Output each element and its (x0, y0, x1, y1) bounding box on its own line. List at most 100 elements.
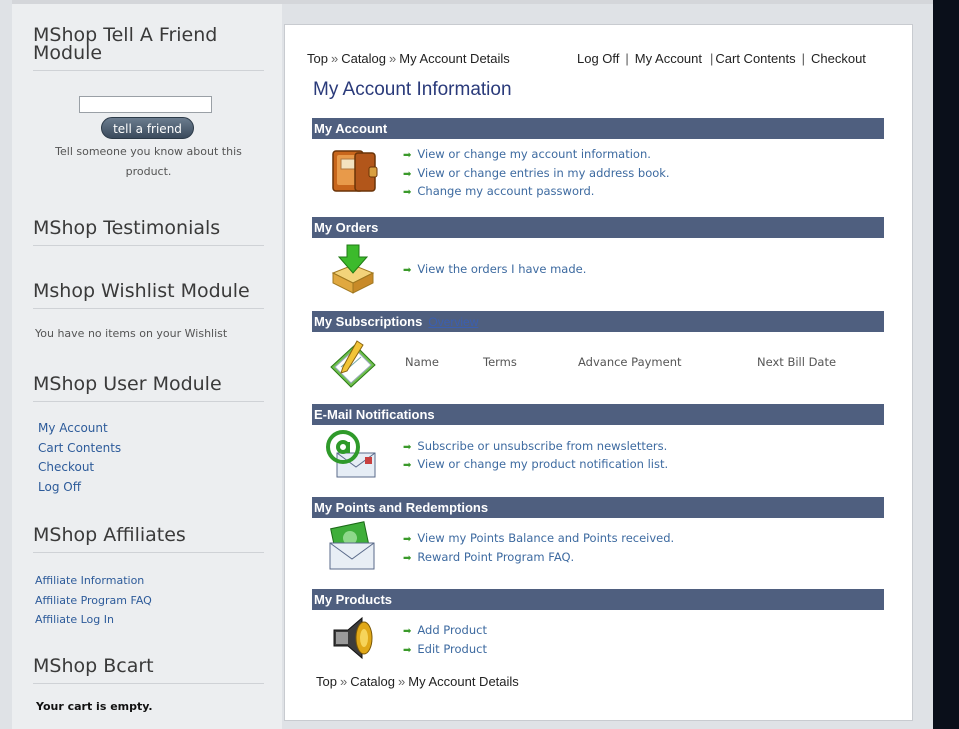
subscriptions-overview-link[interactable]: Overview (422, 315, 478, 329)
nav-my-account[interactable]: My Account (635, 51, 702, 66)
speaker-icon (330, 614, 382, 666)
subscription-column-next-bill-date: Next Bill Date (757, 355, 837, 369)
green-arrow-icon: ➡ (403, 534, 412, 545)
affiliates-box: MShop Affiliates (33, 526, 264, 553)
page-title: My Account Information (313, 79, 512, 100)
at-envelope-icon (325, 429, 377, 481)
section-points-header: My Points and Redemptions (312, 497, 884, 518)
breadcrumb-separator: » (330, 51, 339, 66)
affiliate-information-link[interactable]: Affiliate Information (35, 571, 152, 591)
subscription-column-advance-payment: Advance Payment (578, 355, 682, 369)
breadcrumb-catalog-link[interactable]: Catalog (350, 674, 395, 689)
cart-empty-text: Your cart is empty. (36, 700, 153, 713)
breadcrumb-current-link[interactable]: My Account Details (408, 674, 519, 689)
affiliate-faq-link[interactable]: Affiliate Program FAQ (35, 591, 152, 611)
tell-friend-input[interactable] (79, 96, 212, 113)
user-module-links: My Account Cart Contents Checkout Log Of… (38, 419, 121, 497)
subscription-column-terms: Terms (483, 355, 517, 369)
nav-separator: | (710, 51, 714, 66)
section-title: My Points and Redemptions (314, 500, 489, 515)
section-title: My Subscriptions (314, 314, 423, 329)
nav-checkout[interactable]: Checkout (811, 51, 866, 66)
change-password-link[interactable]: Change my account password. (417, 184, 594, 198)
nav-cart-contents[interactable]: Cart Contents (715, 51, 795, 66)
green-arrow-icon: ➡ (403, 442, 412, 453)
email-link-row: ➡ Subscribe or unsubscribe from newslette… (403, 439, 667, 453)
section-my-products-header: My Products (312, 589, 884, 610)
affiliates-title: MShop Affiliates (33, 526, 264, 553)
section-my-account-header: My Account (312, 118, 884, 139)
wishlist-empty-text: You have no items on your Wishlist (35, 327, 228, 340)
green-arrow-icon: ➡ (403, 626, 412, 637)
wishlist-title: Mshop Wishlist Module (33, 282, 264, 309)
edit-product-link[interactable]: Edit Product (417, 642, 487, 656)
points-balance-link[interactable]: View my Points Balance and Points receiv… (417, 531, 674, 545)
user-module-title: MShop User Module (33, 375, 264, 402)
bcart-title: MShop Bcart (33, 657, 264, 684)
breadcrumb-top-link[interactable]: Top (316, 674, 337, 689)
page-edge (933, 0, 959, 729)
user-module-box: MShop User Module (33, 375, 264, 402)
points-link-row: ➡ View my Points Balance and Points recei… (403, 531, 674, 545)
sidebar-link-cart-contents[interactable]: Cart Contents (38, 439, 121, 459)
account-link-row: ➡ Change my account password. (403, 184, 594, 198)
tell-friend-description: Tell someone you know about this product… (33, 142, 264, 182)
wishlist-box: Mshop Wishlist Module (33, 282, 264, 309)
section-title: E-Mail Notifications (314, 407, 435, 422)
affiliate-links: Affiliate Information Affiliate Program … (35, 571, 152, 630)
tell-friend-button[interactable]: tell a friend (101, 117, 194, 139)
breadcrumb-top: Top» Catalog» My Account Details (307, 51, 510, 66)
section-title: My Account (314, 121, 388, 136)
section-my-subscriptions-header: My Subscriptions Overview (312, 311, 884, 332)
sidebar-link-checkout[interactable]: Checkout (38, 458, 121, 478)
product-notifications-link[interactable]: View or change my product notification l… (417, 457, 668, 471)
testimonials-box: MShop Testimonials (33, 219, 264, 246)
add-product-link[interactable]: Add Product (417, 623, 487, 637)
wallet-icon (327, 145, 379, 197)
breadcrumb-bottom: Top» Catalog» My Account Details (316, 674, 519, 689)
section-my-orders-header: My Orders (312, 217, 884, 238)
breadcrumb-catalog-link[interactable]: Catalog (341, 51, 386, 66)
top-navigation: Log Off | My Account | Cart Contents | Checkou… (577, 51, 866, 66)
section-title: My Orders (314, 220, 379, 235)
breadcrumb-separator: » (389, 51, 397, 66)
email-link-row: ➡ View or change my product notification … (403, 457, 668, 471)
nav-separator: | (801, 51, 805, 66)
tell-friend-title: MShop Tell A Friend Module (33, 26, 264, 71)
green-arrow-icon: ➡ (403, 169, 412, 180)
products-link-row: ➡ Add Product (403, 623, 487, 637)
tell-friend-box: MShop Tell A Friend Module (33, 26, 264, 71)
green-arrow-icon: ➡ (403, 150, 412, 161)
money-envelope-icon (327, 521, 379, 573)
tell-friend-description-line: product. (125, 165, 172, 178)
bcart-box: MShop Bcart (33, 657, 264, 684)
green-arrow-icon: ➡ (403, 187, 412, 198)
breadcrumb-separator: » (339, 674, 348, 689)
breadcrumb-separator: » (398, 674, 406, 689)
breadcrumb-top-link[interactable]: Top (307, 51, 328, 66)
section-title: My Products (314, 592, 393, 607)
nav-log-off[interactable]: Log Off (577, 51, 619, 66)
download-box-icon (327, 243, 379, 295)
green-arrow-icon: ➡ (403, 553, 412, 564)
testimonials-title: MShop Testimonials (33, 219, 264, 246)
reward-faq-link[interactable]: Reward Point Program FAQ. (417, 550, 574, 564)
view-orders-link[interactable]: View the orders I have made. (417, 262, 586, 276)
green-arrow-icon: ➡ (403, 265, 412, 276)
account-link-row: ➡ View or change my account information. (403, 147, 651, 161)
account-info-link[interactable]: View or change my account information. (417, 147, 651, 161)
tell-friend-description-line: Tell someone you know about this (55, 145, 242, 158)
green-arrow-icon: ➡ (403, 645, 412, 656)
sidebar-link-my-account[interactable]: My Account (38, 419, 121, 439)
affiliate-login-link[interactable]: Affiliate Log In (35, 610, 152, 630)
sidebar-link-log-off[interactable]: Log Off (38, 478, 121, 498)
green-arrow-icon: ➡ (403, 460, 412, 471)
nav-separator: | (625, 51, 629, 66)
products-link-row: ➡ Edit Product (403, 642, 487, 656)
address-book-link[interactable]: View or change entries in my address boo… (417, 166, 669, 180)
newsletters-link[interactable]: Subscribe or unsubscribe from newsletter… (417, 439, 667, 453)
breadcrumb-current-link[interactable]: My Account Details (399, 51, 510, 66)
section-email-notifications-header: E-Mail Notifications (312, 404, 884, 425)
orders-link-row: ➡ View the orders I have made. (403, 262, 586, 276)
notepad-pencil-icon (327, 337, 379, 389)
